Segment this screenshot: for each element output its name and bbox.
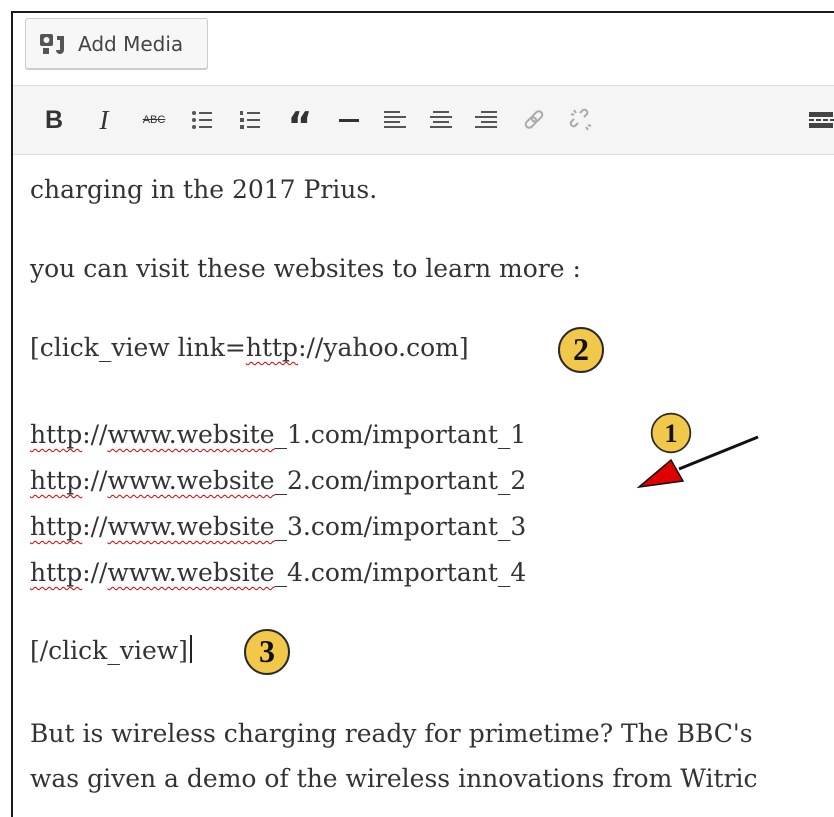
link-text: _4.com/important_4 [274,558,527,587]
misspelled-word: www.website [107,558,275,587]
bulleted-list-button[interactable] [180,98,224,142]
misspelled-word: http [30,420,83,449]
editor-content[interactable]: charging in the 2017 Prius. you can visi… [13,155,834,817]
numbered-list-icon [240,111,260,129]
annotation-badge-3: 3 [244,629,290,675]
paragraph-text: charging in the 2017 Prius. [30,175,378,204]
media-bar: Add Media [13,13,834,85]
italic-button[interactable]: I [82,98,126,142]
svg-text:3: 3 [259,633,275,669]
svg-text:2: 2 [573,331,589,367]
bold-icon: B [44,105,64,134]
formatting-toolbar: B I ABC “ [13,85,834,155]
text-cursor [189,635,192,663]
misspelled-word: http [30,558,83,587]
link-text: _1.com/important_1 [274,420,527,449]
unlink-icon [569,108,592,131]
paragraph-text: But is wireless charging ready for prime… [30,719,753,748]
misspelled-word: http [245,333,299,362]
annotation-badge-2: 2 [558,327,604,373]
link-text: :// [82,420,108,449]
misspelled-word: www.website [107,512,275,541]
add-media-label: Add Media [78,31,184,56]
blockquote-icon: “ [287,104,313,148]
numbered-list-button[interactable] [228,98,272,142]
shortcode-close: [/click_view] [30,635,192,665]
link-text: :// [82,558,108,587]
link-text: _3.com/important_3 [274,512,527,541]
link-text: _2.com/important_2 [274,466,527,495]
link-icon [524,110,544,129]
insert-link-button[interactable] [512,98,556,142]
blockquote-button[interactable]: “ [278,98,322,148]
strikethrough-icon: ABC [142,114,166,126]
add-media-icon [40,33,64,54]
add-media-button[interactable]: Add Media [25,18,208,69]
horizontal-line-button[interactable] [327,98,371,142]
align-right-button[interactable] [464,98,508,142]
align-center-icon [430,111,452,128]
shortcode-text: [click_view link= [30,333,246,362]
editor-window: Add Media B I ABC “ charging in the 2017… [11,11,834,817]
link-line: http://www.website_2.com/important_2 [30,466,526,495]
read-more-button[interactable] [799,98,834,142]
link-line: http://www.website_4.com/important_4 [30,558,526,587]
link-line: http://www.website_1.com/important_1 [30,420,526,449]
bulleted-list-icon [192,111,212,129]
read-more-icon [809,112,834,128]
link-text: :// [82,512,108,541]
horizontal-line-icon [339,119,359,122]
link-text: :// [82,466,108,495]
shortcode-close-text: [/click_view] [30,636,188,665]
misspelled-word: http [30,512,83,541]
paragraph-text: you can visit these websites to learn mo… [30,254,581,283]
misspelled-word: www.website [107,466,275,495]
italic-icon: I [99,104,109,135]
strikethrough-button[interactable]: ABC [132,98,176,142]
align-left-icon [384,111,406,128]
misspelled-word: www.website [107,420,275,449]
misspelled-word: http [30,466,83,495]
bold-button[interactable]: B [32,98,76,142]
link-line: http://www.website_3.com/important_3 [30,512,526,541]
annotation-arrow [636,435,759,489]
remove-link-button[interactable] [559,98,603,142]
shortcode-text: ://yahoo.com] [298,333,469,362]
paragraph-text: was given a demo of the wireless innovat… [30,764,758,793]
align-center-button[interactable] [419,98,463,142]
align-left-button[interactable] [373,98,417,142]
align-right-icon [475,111,497,128]
shortcode-open: [click_view link=http://yahoo.com] [30,333,469,362]
